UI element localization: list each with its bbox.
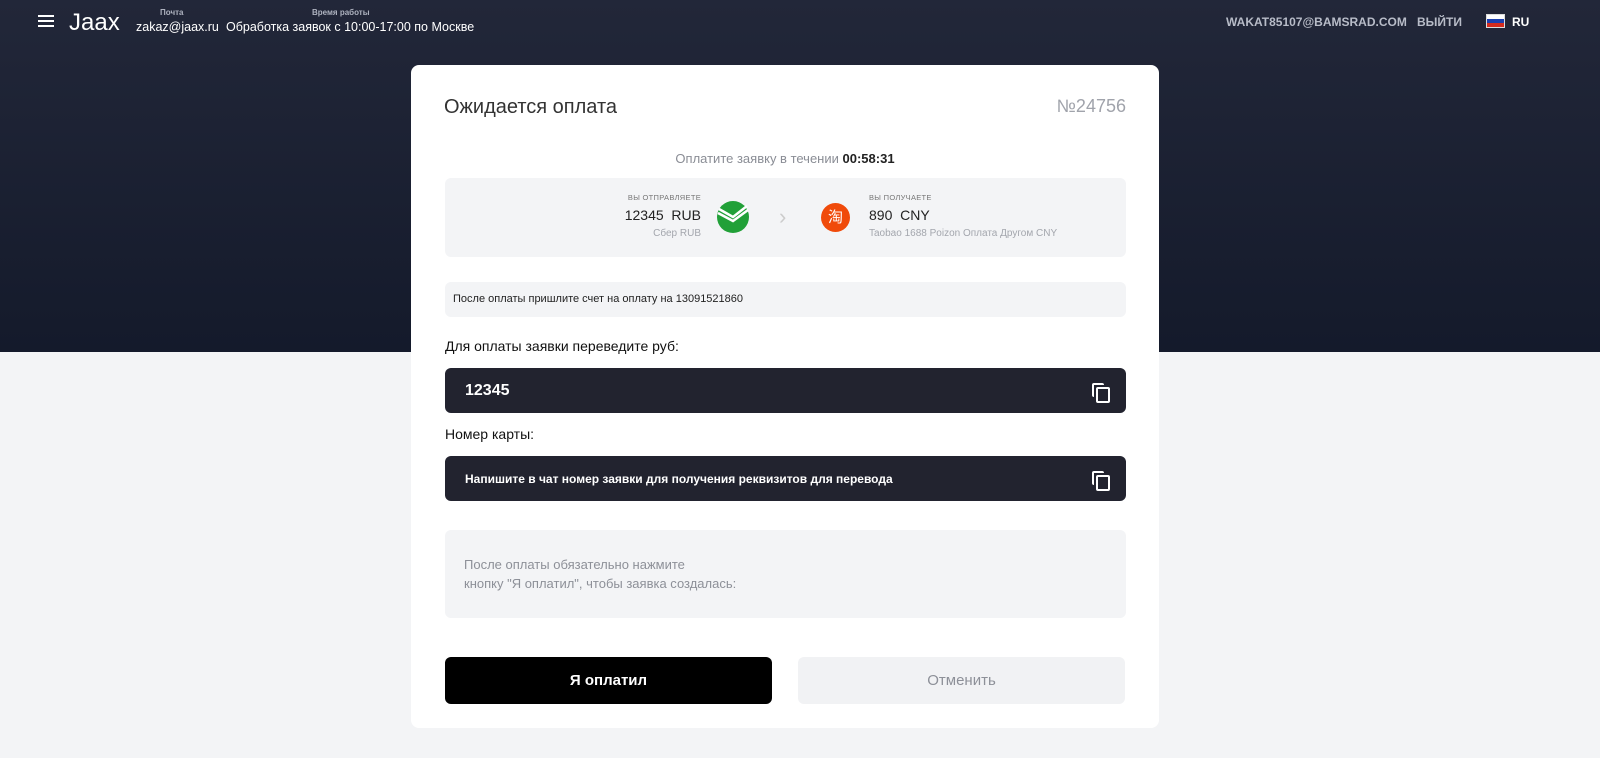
amount-value: 12345: [465, 381, 510, 399]
language-selector[interactable]: RU: [1512, 15, 1529, 29]
user-email[interactable]: WAKAT85107@BAMSRAD.COM: [1226, 15, 1407, 29]
receive-method: Taobao 1688 Poizon Оплата Другом CNY: [869, 228, 1058, 239]
russia-flag-icon[interactable]: [1486, 14, 1505, 28]
amount-field: 12345: [445, 368, 1126, 413]
timer-label: Оплатите заявку в течении: [675, 151, 839, 166]
menu-icon[interactable]: [38, 15, 54, 27]
order-number: №24756: [1056, 96, 1126, 116]
logout-link[interactable]: ВЫЙТИ: [1417, 15, 1462, 29]
send-method: Сбер RUB: [653, 228, 701, 239]
chevron-right-icon: ›: [779, 204, 787, 229]
amount-label: Для оплаты заявки переведите руб:: [445, 338, 679, 354]
top-bar: Jaax Почта zakaz@jaax.ru Время работы Об…: [0, 0, 1600, 45]
copy-icon[interactable]: [1092, 382, 1110, 403]
receive-label: ВЫ ПОЛУЧАЕТЕ: [869, 193, 932, 202]
payment-card: Ожидается оплата №24756 Оплатите заявку …: [411, 65, 1159, 728]
hours-text: Обработка заявок с 10:00-17:00 по Москве: [226, 20, 475, 34]
cancel-button[interactable]: Отменить: [798, 657, 1125, 704]
hours-label: Время работы: [312, 8, 370, 17]
timer-value: 00:58:31: [842, 151, 895, 166]
taobao-icon: 淘: [821, 203, 850, 232]
payment-note: После оплаты пришлите счет на оплату на …: [445, 282, 1126, 317]
card-number-value: Напишите в чат номер заявки для получени…: [465, 471, 893, 486]
mail-label: Почта: [160, 8, 184, 17]
instructions-line: кнопку "Я оплатил", чтобы заявка создала…: [464, 576, 737, 591]
receive-amount: 890 CNY: [869, 207, 930, 223]
page-title: Ожидается оплата: [444, 96, 618, 118]
payment-instructions: После оплаты обязательно нажмите кнопку …: [445, 530, 1126, 618]
card-number-field: Напишите в чат номер заявки для получени…: [445, 456, 1126, 501]
logo[interactable]: Jaax: [69, 9, 120, 37]
send-label: ВЫ ОТПРАВЛЯЕТЕ: [627, 193, 701, 202]
send-amount: 12345 RUB: [624, 207, 701, 223]
payment-timer: Оплатите заявку в течении 00:58:31: [411, 151, 1159, 166]
copy-icon[interactable]: [1092, 470, 1110, 491]
instructions-line: После оплаты обязательно нажмите: [464, 557, 685, 572]
sberbank-icon: [717, 201, 749, 233]
exchange-summary: ВЫ ОТПРАВЛЯЕТЕ 12345 RUB Сбер RUB › 淘 ВЫ…: [445, 178, 1126, 257]
card-number-label: Номер карты:: [445, 426, 535, 442]
mail-link[interactable]: zakaz@jaax.ru: [136, 20, 219, 34]
paid-button[interactable]: Я оплатил: [445, 657, 772, 704]
